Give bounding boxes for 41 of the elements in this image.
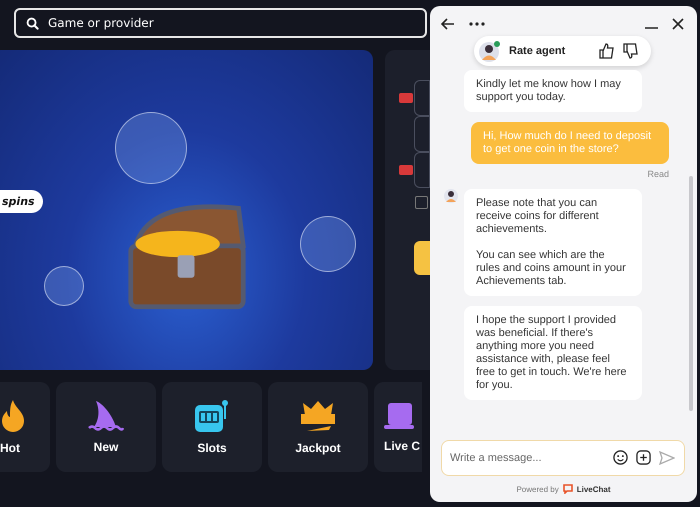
live-casino-icon xyxy=(384,401,414,431)
shark-fin-icon xyxy=(88,400,124,432)
category-label: New xyxy=(94,440,118,454)
powered-by-label: Powered by xyxy=(516,484,559,494)
checkbox[interactable] xyxy=(415,196,428,209)
category-tile[interactable]: New xyxy=(56,382,156,472)
message-input-field[interactable]: Write a message... xyxy=(441,440,685,476)
minimize-icon[interactable] xyxy=(645,27,658,29)
agent-message: Kindly let me know how I may support you today. xyxy=(464,70,642,112)
submit-button[interactable] xyxy=(414,241,430,275)
jackpot-crown-icon xyxy=(299,399,337,433)
close-icon[interactable] xyxy=(672,18,684,30)
category-label: Hot xyxy=(0,441,20,455)
rate-agent-label: Rate agent xyxy=(509,45,566,57)
agent-message: I hope the support I provided was beneficial. If there's anything more you need assistance with, please feel free to get in touch. We're here for you. xyxy=(464,306,642,400)
category-tile[interactable]: Hot xyxy=(0,382,50,472)
slot-machine-icon xyxy=(194,399,230,433)
agent-message: Please note that you can receive coins for different achievements. You can see which are the rules and coins amount in your Achievements tab. xyxy=(464,189,642,296)
category-label: Live C xyxy=(384,439,420,453)
flame-icon xyxy=(0,399,26,433)
chat-bubble-logo-icon xyxy=(562,484,573,494)
agent-avatar-icon xyxy=(479,40,501,62)
user-message: Hi, How much do I need to deposit to get one coin in the store? xyxy=(471,122,669,164)
scrollbar[interactable] xyxy=(689,176,693,411)
attach-plus-icon[interactable] xyxy=(636,450,651,465)
emoji-icon[interactable] xyxy=(613,450,628,465)
search-field[interactable]: Game or provider xyxy=(14,8,427,38)
category-label: Slots xyxy=(197,441,227,455)
bubble-icon xyxy=(44,266,84,306)
search-icon xyxy=(26,17,39,30)
category-label: Jackpot xyxy=(295,441,341,455)
category-tile[interactable]: Live C xyxy=(374,382,422,472)
livechat-link[interactable]: LiveChat xyxy=(576,484,611,494)
back-arrow-icon[interactable] xyxy=(441,18,455,30)
category-tile[interactable]: Jackpot xyxy=(268,382,368,472)
thumbs-up-icon[interactable] xyxy=(599,43,615,59)
category-tile[interactable]: Slots xyxy=(162,382,262,472)
spins-badge: spins xyxy=(0,190,43,213)
more-options-icon[interactable] xyxy=(469,22,485,26)
read-status: Read xyxy=(647,169,669,179)
thumbs-down-icon[interactable] xyxy=(623,43,639,59)
